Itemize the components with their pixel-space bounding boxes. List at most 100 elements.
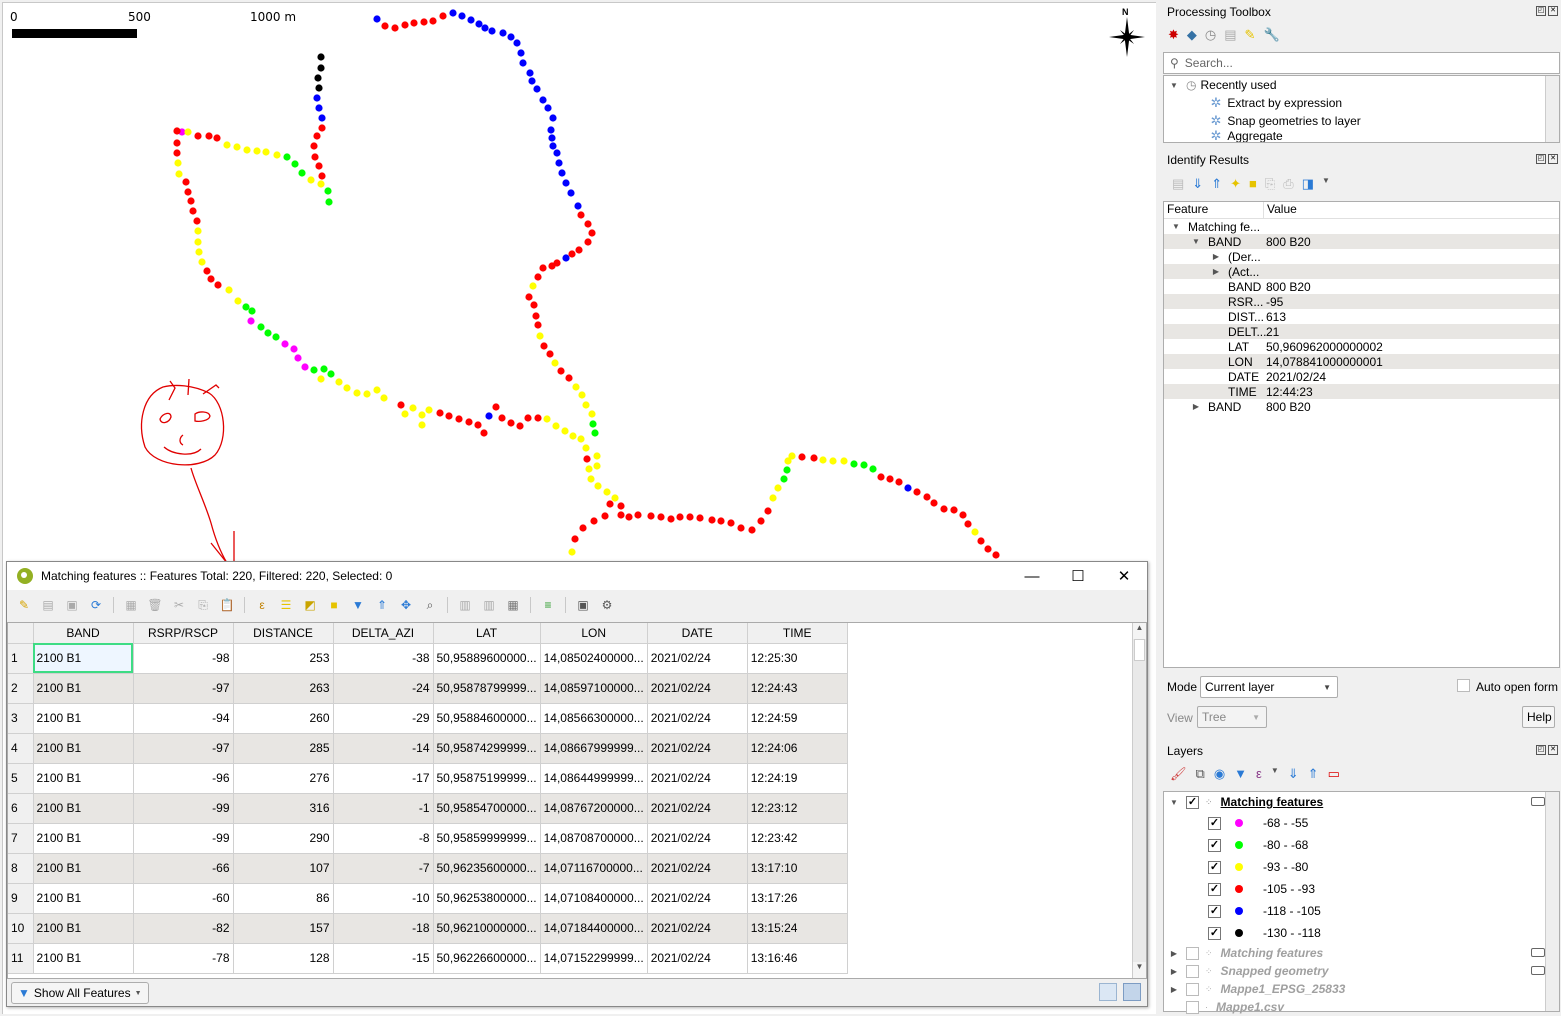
table-cell[interactable]: 14,08597100000... xyxy=(540,673,648,704)
track-point[interactable] xyxy=(534,321,542,329)
identify-tree-row[interactable]: BAND 800 B20 xyxy=(1164,279,1559,294)
track-point[interactable] xyxy=(410,19,418,27)
track-point[interactable] xyxy=(194,238,202,246)
multi-edit-icon[interactable]: ▤ xyxy=(39,596,57,614)
layer-item[interactable]: ▶ ⁘ Matching features xyxy=(1164,944,1559,962)
table-cell[interactable]: 13:17:10 xyxy=(747,853,848,884)
layers-tree[interactable]: ▼ ✓ ⁘ Matching features ✓ -68 - -55 ✓ -80… xyxy=(1163,791,1560,1014)
column-header[interactable]: RSRP/RSCP xyxy=(133,623,234,644)
track-point[interactable] xyxy=(577,435,585,443)
row-number[interactable]: 4 xyxy=(8,733,34,764)
table-cell[interactable]: -99 xyxy=(133,823,234,854)
identify-tree-row[interactable]: ▶ (Der... xyxy=(1164,249,1559,264)
column-header[interactable]: LON xyxy=(540,623,648,644)
track-point[interactable] xyxy=(418,411,426,419)
value-column-header[interactable]: Value xyxy=(1264,202,1297,218)
table-cell[interactable]: 2100 B1 xyxy=(33,703,134,734)
expand-new-results-icon[interactable]: ✦ xyxy=(1230,176,1241,192)
expand-arrow-icon[interactable]: ▶ xyxy=(1210,252,1222,261)
row-number[interactable]: 9 xyxy=(8,883,34,914)
table-cell[interactable]: -17 xyxy=(333,763,434,794)
invert-selection-icon[interactable]: ◩ xyxy=(301,596,319,614)
expand-arrow-icon[interactable]: ▼ xyxy=(1168,798,1180,807)
track-point[interactable] xyxy=(418,421,426,429)
row-number[interactable]: 1 xyxy=(8,643,34,674)
track-point[interactable] xyxy=(819,456,827,464)
track-point[interactable] xyxy=(552,422,560,430)
track-point[interactable] xyxy=(578,391,586,399)
processing-tree[interactable]: ▼ ◷ Recently used ✲ Extract by expressio… xyxy=(1163,75,1560,143)
track-point[interactable] xyxy=(590,517,598,525)
track-point[interactable] xyxy=(536,332,544,340)
options-wrench-icon[interactable]: 🔧 xyxy=(1263,27,1279,43)
track-point[interactable] xyxy=(381,22,389,30)
table-row[interactable]: 5 2100 B1 -96 276 -17 50,95875199999... 14,086… xyxy=(8,763,848,794)
track-point[interactable] xyxy=(281,340,289,348)
table-cell[interactable]: -82 xyxy=(133,913,234,944)
track-point[interactable] xyxy=(582,444,590,452)
track-point[interactable] xyxy=(184,188,192,196)
track-point[interactable] xyxy=(243,146,251,154)
conditional-formatting-icon[interactable]: ≡ xyxy=(539,596,557,614)
track-point[interactable] xyxy=(579,524,587,532)
track-point[interactable] xyxy=(544,104,552,112)
track-point[interactable] xyxy=(780,475,788,483)
track-point[interactable] xyxy=(257,323,265,331)
track-point[interactable] xyxy=(593,452,601,460)
layer-item-active[interactable]: ▼ ✓ ⁘ Matching features xyxy=(1164,792,1559,812)
track-point[interactable] xyxy=(425,406,433,414)
track-point[interactable] xyxy=(577,211,585,219)
table-cell[interactable]: 12:23:42 xyxy=(747,823,848,854)
track-point[interactable] xyxy=(574,202,582,210)
track-point[interactable] xyxy=(526,69,534,77)
table-cell[interactable]: 2021/02/24 xyxy=(647,943,748,974)
identify-tree-row[interactable]: ▶ (Act... xyxy=(1164,264,1559,279)
column-header[interactable]: DELTA_AZI xyxy=(333,623,434,644)
expand-arrow-icon[interactable]: ▼ xyxy=(1168,81,1180,90)
track-point[interactable] xyxy=(555,159,563,167)
track-point[interactable] xyxy=(247,317,255,325)
legend-class-item[interactable]: ✓ -80 - -68 xyxy=(1164,834,1559,856)
table-cell[interactable]: -15 xyxy=(333,943,434,974)
track-point[interactable] xyxy=(480,429,488,437)
track-point[interactable] xyxy=(774,484,782,492)
models-icon[interactable]: ✸ xyxy=(1168,27,1179,43)
track-point[interactable] xyxy=(401,21,409,29)
delete-icon[interactable]: 🗑 xyxy=(146,596,164,614)
track-point[interactable] xyxy=(572,383,580,391)
table-cell[interactable]: 86 xyxy=(233,883,334,914)
track-point[interactable] xyxy=(984,545,992,553)
table-cell[interactable]: 50,95889600000... xyxy=(433,643,541,674)
track-point[interactable] xyxy=(315,84,323,92)
table-cell[interactable]: -24 xyxy=(333,673,434,704)
collapse-arrow-icon[interactable]: ▼ xyxy=(1190,237,1202,246)
track-point[interactable] xyxy=(343,384,351,392)
track-point[interactable] xyxy=(591,429,599,437)
track-point[interactable] xyxy=(575,246,583,254)
track-point[interactable] xyxy=(594,482,602,490)
table-cell[interactable]: 2021/02/24 xyxy=(647,643,748,674)
table-row[interactable]: 11 2100 B1 -78 128 -15 50,96226600000... 14,07… xyxy=(8,943,848,974)
table-cell[interactable]: 2100 B1 xyxy=(33,883,134,914)
track-point[interactable] xyxy=(964,520,972,528)
track-point[interactable] xyxy=(458,12,466,20)
track-point[interactable] xyxy=(539,264,547,272)
layers-scrollbar[interactable] xyxy=(1545,792,1559,1011)
track-point[interactable] xyxy=(320,365,328,373)
row-number[interactable]: 8 xyxy=(8,853,34,884)
paste-icon[interactable]: 📋 xyxy=(218,596,236,614)
track-point[interactable] xyxy=(517,49,525,57)
track-point[interactable] xyxy=(539,96,547,104)
layer-item[interactable]: · Mappe1.csv xyxy=(1164,998,1559,1016)
track-point[interactable] xyxy=(194,227,202,235)
legend-class-item[interactable]: ✓ -93 - -80 xyxy=(1164,856,1559,878)
track-point[interactable] xyxy=(318,124,326,132)
track-point[interactable] xyxy=(307,176,315,184)
table-cell[interactable]: 2100 B1 xyxy=(33,853,134,884)
table-cell[interactable]: 12:24:43 xyxy=(747,673,848,704)
mode-select[interactable]: Current layer ▼ xyxy=(1200,676,1338,698)
dropdown-arrow-icon[interactable]: ▼ xyxy=(1322,176,1330,192)
table-cell[interactable]: -99 xyxy=(133,793,234,824)
table-cell[interactable]: 316 xyxy=(233,793,334,824)
identify-tree-row[interactable]: ▼ Matching fe... xyxy=(1164,219,1559,234)
